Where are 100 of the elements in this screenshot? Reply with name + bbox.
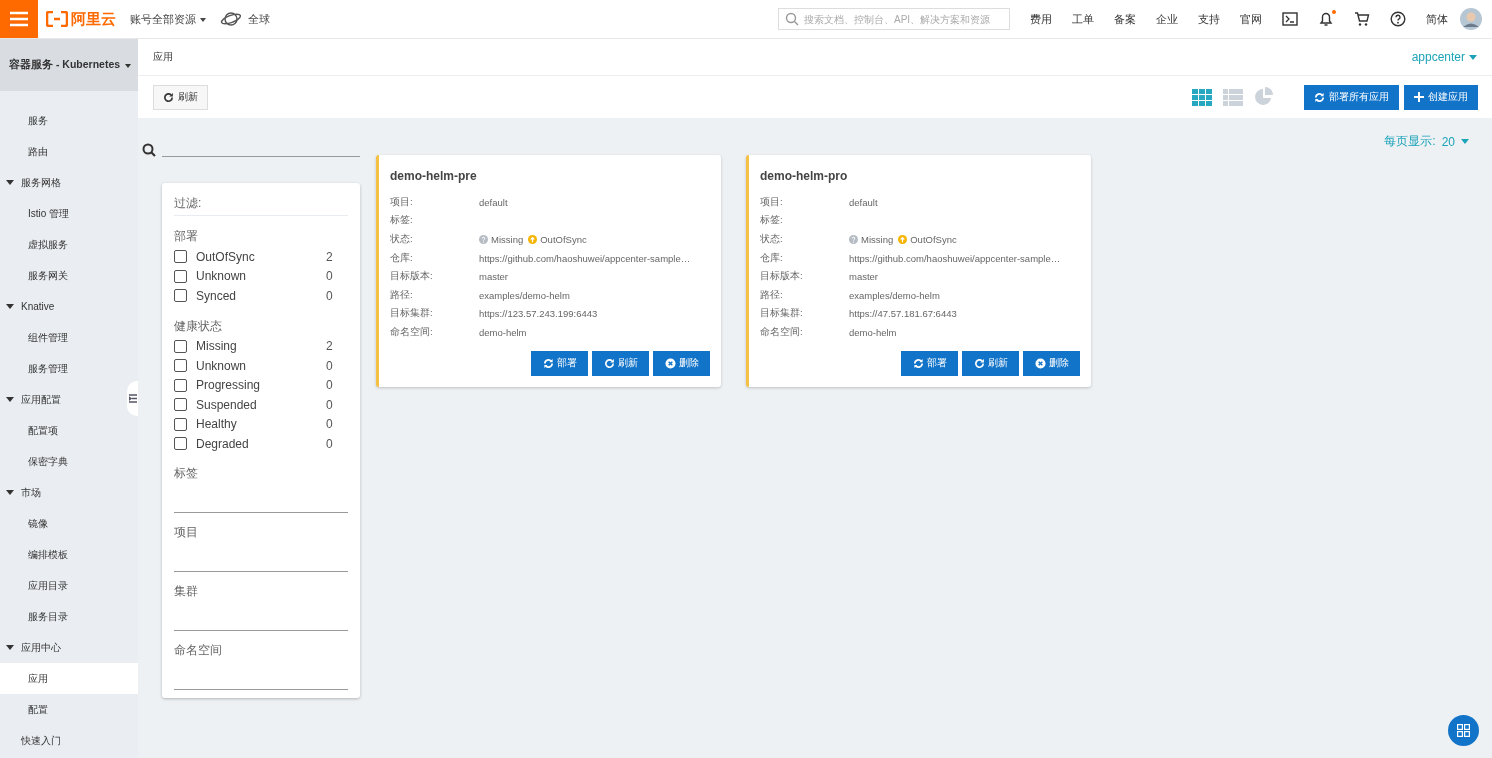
grid-view-icon[interactable] — [1192, 88, 1212, 106]
delete-button[interactable]: 删除 — [1023, 350, 1080, 376]
field-value: examples/demo-helm — [479, 289, 570, 301]
nav-link[interactable]: 官网 — [1240, 11, 1262, 27]
sidebar-item[interactable]: 镜像 — [0, 508, 127, 539]
filter-option[interactable]: Unknown 0 — [174, 266, 348, 286]
filter-option[interactable]: Progressing 0 — [174, 375, 348, 395]
sync-status: OutOfSync — [540, 234, 587, 245]
account-menu[interactable]: 账号全部资源 — [130, 11, 206, 27]
help-icon[interactable] — [1390, 11, 1406, 27]
sidebar-group[interactable]: 市场 — [0, 477, 127, 508]
nav-link[interactable]: 企业 — [1156, 11, 1178, 27]
avatar-icon[interactable] — [1460, 8, 1482, 30]
filter-title: 过滤: — [174, 195, 348, 216]
nav-link[interactable]: 工单 — [1072, 11, 1094, 27]
app-name[interactable]: demo-helm-pre — [390, 169, 711, 183]
sidebar-item[interactable]: Istio 管理 — [0, 198, 127, 229]
refresh-button[interactable]: 刷新 — [153, 84, 208, 110]
delete-icon — [1034, 357, 1046, 369]
delete-icon — [664, 357, 676, 369]
field-value: https://123.57.243.199:6443 — [479, 308, 598, 320]
sidebar-item[interactable]: 服务管理 — [0, 353, 127, 384]
sidebar-group[interactable]: 服务网格 — [0, 167, 127, 198]
sidebar-item[interactable]: 应用目录 — [0, 570, 127, 601]
sync-button[interactable]: 部署 — [901, 350, 958, 376]
sidebar-item[interactable]: 路由 — [0, 136, 127, 167]
sidebar-item[interactable]: 配置 — [0, 694, 127, 725]
filter-option[interactable]: Unknown 0 — [174, 356, 348, 376]
cart-icon[interactable] — [1354, 11, 1370, 27]
field-value: https://github.com/haoshuwei/appcenter-sample… — [479, 252, 691, 264]
field-label: 仓库: — [390, 251, 414, 265]
sidebar-item[interactable]: 应用 — [0, 663, 138, 694]
menu-icon[interactable] — [9, 11, 29, 27]
refresh-icon — [163, 91, 174, 103]
collapse-icon[interactable] — [128, 394, 137, 403]
deploy-all-button[interactable]: 部署所有应用 — [1304, 84, 1399, 110]
refresh-button[interactable]: 刷新 — [592, 350, 649, 376]
sidebar-group[interactable]: 应用配置 — [0, 384, 127, 415]
filter-option[interactable]: Suspended 0 — [174, 395, 348, 415]
refresh-icon — [973, 357, 985, 369]
terminal-icon[interactable] — [1282, 12, 1298, 26]
nav-link[interactable]: 费用 — [1030, 11, 1052, 27]
sidebar-item[interactable]: 服务目录 — [0, 601, 127, 632]
filter-label: 标签 — [174, 464, 199, 482]
field-value: master — [849, 271, 879, 283]
sidebar-item[interactable]: 快速入门 — [0, 725, 127, 756]
field-label: 目标版本: — [390, 270, 434, 284]
breadcrumb: 应用 — [153, 50, 173, 64]
nav-link[interactable]: 备案 — [1114, 11, 1136, 27]
search-icon — [785, 12, 799, 26]
question-icon — [849, 235, 858, 244]
filter-label: 集群 — [174, 582, 199, 600]
sidebar-item[interactable]: 服务网关 — [0, 260, 127, 291]
field-label: 目标集群: — [760, 307, 804, 321]
field-label: 状态: — [760, 233, 784, 246]
refresh-button[interactable]: 刷新 — [962, 350, 1019, 376]
app-name[interactable]: demo-helm-pro — [760, 169, 1081, 183]
filter-option[interactable]: Degraded 0 — [174, 434, 348, 454]
sidebar-item[interactable]: 编排模板 — [0, 539, 127, 570]
sync-icon — [1314, 91, 1325, 103]
field-label: 目标集群: — [390, 307, 434, 321]
sidebar-group[interactable]: 应用中心 — [0, 632, 127, 663]
filter-option[interactable]: OutOfSync 2 — [174, 247, 348, 267]
field-value: master — [479, 271, 509, 283]
field-label: 路径: — [760, 288, 784, 302]
bell-icon[interactable] — [1318, 11, 1334, 27]
pie-chart-icon[interactable] — [1254, 87, 1274, 107]
field-label: 项目: — [760, 195, 784, 209]
create-app-button[interactable]: 创建应用 — [1404, 84, 1478, 110]
filter-option[interactable]: Healthy 0 — [174, 414, 348, 434]
region-selector[interactable]: 全球 — [248, 11, 270, 27]
search-icon — [142, 143, 156, 157]
field-label: 路径: — [390, 288, 414, 302]
delete-button[interactable]: 删除 — [653, 350, 710, 376]
sidebar-item[interactable]: 虚拟服务 — [0, 229, 127, 260]
sidebar-item[interactable]: 组件管理 — [0, 322, 127, 353]
field-value: default — [849, 196, 878, 208]
field-value: https://47.57.181.67:6443 — [849, 308, 957, 320]
question-icon — [479, 235, 488, 244]
field-label: 项目: — [390, 195, 414, 209]
plus-icon — [1414, 92, 1424, 102]
filter-option[interactable]: Missing 2 — [174, 336, 348, 356]
filter-option[interactable]: Synced 0 — [174, 286, 348, 306]
sync-button[interactable]: 部署 — [531, 350, 588, 376]
filter-group-title: 部署 — [174, 228, 199, 245]
field-value: demo-helm — [479, 326, 527, 338]
nav-link[interactable]: 支持 — [1198, 11, 1220, 27]
sidebar-item[interactable]: 服务 — [0, 105, 127, 136]
sidebar-item[interactable]: 保密字典 — [0, 446, 127, 477]
apps-button[interactable] — [1448, 715, 1479, 746]
list-view-icon[interactable] — [1223, 88, 1243, 106]
sidebar-group[interactable]: Knative — [0, 291, 127, 322]
language-link[interactable]: 简体 — [1426, 11, 1448, 27]
sidebar-item[interactable]: 配置项 — [0, 415, 127, 446]
field-label: 标签: — [390, 214, 414, 228]
sync-icon — [912, 357, 924, 369]
product-menu[interactable]: 容器服务 - Kubernetes — [0, 39, 138, 91]
field-label: 目标版本: — [760, 270, 804, 284]
refresh-icon — [603, 357, 615, 369]
globe-icon — [220, 10, 242, 28]
